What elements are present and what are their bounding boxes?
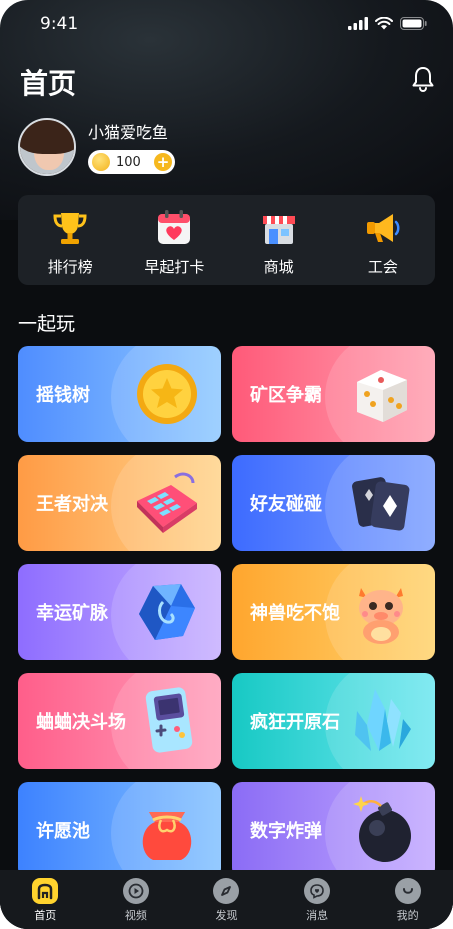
status-icons [348,17,427,30]
game-card-number-bomb[interactable]: 数字炸弹 [232,782,435,878]
game-card-lucky-vein[interactable]: 幸运矿脉 [18,564,221,660]
quick-item-shop[interactable]: 商城 [227,195,331,285]
lucky-bag-icon [131,794,203,866]
game-card-label: 摇钱树 [36,385,90,406]
trophy-icon [50,208,90,248]
calendar-heart-icon [154,208,194,248]
game-card-label: 幸运矿脉 [36,603,108,624]
signal-icon [348,17,368,30]
quick-item-label: 早起打卡 [144,258,205,276]
bell-icon[interactable] [411,66,435,96]
game-card-label: 蛐蛐决斗场 [36,712,126,733]
game-card-label: 疯狂开原石 [250,712,340,733]
page-title: 首页 [20,67,77,100]
tab-label: 视频 [124,909,147,922]
dragon-icon [345,576,417,648]
quick-item-guild[interactable]: 工会 [331,195,435,285]
crystal-icon [345,685,417,757]
game-card-cricket-arena[interactable]: 蛐蛐决斗场 [18,673,221,769]
game-card-mine-battle[interactable]: 矿区争霸 [232,346,435,442]
game-card-crazy-stone[interactable]: 疯狂开原石 [232,673,435,769]
quick-item-ranking[interactable]: 排行榜 [18,195,122,285]
dice-icon [345,358,417,430]
home-icon [32,878,59,904]
game-card-label: 神兽吃不饱 [250,603,340,624]
game-card-label: 王者对决 [36,494,108,515]
tab-label: 我的 [396,909,419,922]
quick-actions: 排行榜 早起打卡 商城 工会 [18,195,435,285]
quick-item-label: 排行榜 [47,258,93,276]
game-card-label: 数字炸弹 [250,821,322,842]
tab-home[interactable]: 首页 [0,870,91,929]
profile-icon [394,878,421,904]
tab-video[interactable]: 视频 [91,870,182,929]
bomb-icon [345,794,417,866]
tab-bar: 首页 视频 发现 消息 我的 [0,870,453,929]
phone-screen: 9:41 首页 小猫爱吃鱼 100 + 排行榜 早起打卡 商城 工会 一起玩 摇… [0,0,453,929]
game-card-label: 好友碰碰 [250,494,322,515]
section-title: 一起玩 [18,313,76,335]
gold-coin-icon [131,358,203,430]
game-card-money-tree[interactable]: 摇钱树 [18,346,221,442]
quick-item-label: 工会 [367,258,398,276]
tab-label: 消息 [306,909,329,922]
add-coins-icon[interactable]: + [154,153,172,171]
game-card-wishing-pool[interactable]: 许愿池 [18,782,221,878]
tab-messages[interactable]: 消息 [272,870,363,929]
game-card-label: 矿区争霸 [250,385,322,406]
coin-icon [92,153,110,171]
megaphone-icon [363,208,403,248]
compass-icon [213,878,240,904]
game-card-hungry-beast[interactable]: 神兽吃不饱 [232,564,435,660]
username: 小猫爱吃鱼 [88,123,169,142]
game-card-label: 许愿池 [36,821,90,842]
gem-icon [131,576,203,648]
game-card-king-duel[interactable]: 王者对决 [18,455,221,551]
avatar[interactable] [18,118,76,176]
tab-label: 发现 [215,909,238,922]
quick-item-checkin[interactable]: 早起打卡 [122,195,226,285]
keyboard-icon [131,467,203,539]
tab-label: 首页 [34,909,57,922]
game-card-friend-bump[interactable]: 好友碰碰 [232,455,435,551]
coin-count: 100 [116,154,141,170]
coin-balance[interactable]: 100 + [88,150,175,174]
tab-profile[interactable]: 我的 [362,870,453,929]
play-icon [122,878,149,904]
wifi-icon [375,17,393,30]
status-time: 9:41 [40,14,79,34]
quick-item-label: 商城 [263,258,294,276]
tab-discover[interactable]: 发现 [181,870,272,929]
shop-icon [259,208,299,248]
playing-cards-icon [345,467,417,539]
battery-icon [400,17,427,30]
message-icon [304,878,331,904]
gameboy-icon [131,685,203,757]
